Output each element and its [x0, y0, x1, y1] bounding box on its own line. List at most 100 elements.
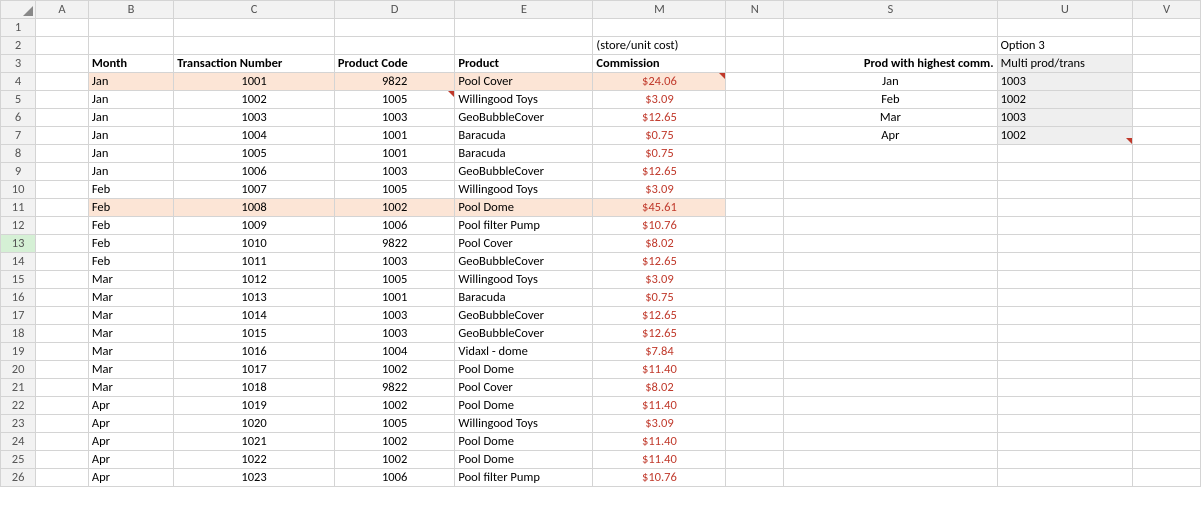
row-24[interactable]: 24Apr10211002Pool Dome$11.40: [1, 433, 1201, 451]
row-header-5[interactable]: 5: [1, 91, 36, 109]
row-3[interactable]: 3MonthTransaction NumberProduct CodeProd…: [1, 55, 1201, 73]
cell-C6[interactable]: 1003: [174, 109, 335, 127]
cell-S26[interactable]: [784, 469, 997, 487]
cell-E11[interactable]: Pool Dome: [455, 199, 593, 217]
cell-B1[interactable]: [88, 19, 173, 37]
cell-D13[interactable]: 9822: [334, 235, 455, 253]
row-10[interactable]: 10Feb10071005Willingood Toys$3.09: [1, 181, 1201, 199]
cell-M2[interactable]: (store/unit cost): [593, 37, 726, 55]
cell-N24[interactable]: [726, 433, 784, 451]
cell-N3[interactable]: [726, 55, 784, 73]
cell-C12[interactable]: 1009: [174, 217, 335, 235]
cell-N14[interactable]: [726, 253, 784, 271]
col-header-C[interactable]: C: [174, 1, 335, 19]
cell-S14[interactable]: [784, 253, 997, 271]
cell-A10[interactable]: [36, 181, 89, 199]
row-20[interactable]: 20Mar10171002Pool Dome$11.40: [1, 361, 1201, 379]
cell-U25[interactable]: [997, 451, 1133, 469]
cell-N4[interactable]: [726, 73, 784, 91]
cell-N13[interactable]: [726, 235, 784, 253]
cell-B2[interactable]: [88, 37, 173, 55]
cell-C5[interactable]: 1002: [174, 91, 335, 109]
cell-E9[interactable]: GeoBubbleCover: [455, 163, 593, 181]
row-4[interactable]: 4Jan10019822Pool Cover$24.06Jan1003: [1, 73, 1201, 91]
cell-C24[interactable]: 1021: [174, 433, 335, 451]
cell-A16[interactable]: [36, 289, 89, 307]
cell-S12[interactable]: [784, 217, 997, 235]
cell-D7[interactable]: 1001: [334, 127, 455, 145]
cell-U21[interactable]: [997, 379, 1133, 397]
col-header-B[interactable]: B: [88, 1, 173, 19]
cell-D25[interactable]: 1002: [334, 451, 455, 469]
select-all-corner[interactable]: [1, 1, 36, 19]
cell-M15[interactable]: $3.09: [593, 271, 726, 289]
cell-V1[interactable]: [1133, 19, 1201, 37]
cell-V11[interactable]: [1133, 199, 1201, 217]
cell-B10[interactable]: Feb: [88, 181, 173, 199]
cell-B6[interactable]: Jan: [88, 109, 173, 127]
row-5[interactable]: 5Jan10021005Willingood Toys$3.09Feb1002: [1, 91, 1201, 109]
cell-V26[interactable]: [1133, 469, 1201, 487]
cell-C17[interactable]: 1014: [174, 307, 335, 325]
cell-A7[interactable]: [36, 127, 89, 145]
cell-D24[interactable]: 1002: [334, 433, 455, 451]
cell-S7[interactable]: Apr: [784, 127, 997, 145]
row-header-21[interactable]: 21: [1, 379, 36, 397]
cell-A24[interactable]: [36, 433, 89, 451]
cell-A1[interactable]: [36, 19, 89, 37]
cell-V14[interactable]: [1133, 253, 1201, 271]
cell-E20[interactable]: Pool Dome: [455, 361, 593, 379]
cell-U16[interactable]: [997, 289, 1133, 307]
cell-U20[interactable]: [997, 361, 1133, 379]
cell-C23[interactable]: 1020: [174, 415, 335, 433]
row-6[interactable]: 6Jan10031003GeoBubbleCover$12.65Mar1003: [1, 109, 1201, 127]
cell-B18[interactable]: Mar: [88, 325, 173, 343]
cell-U18[interactable]: [997, 325, 1133, 343]
cell-A18[interactable]: [36, 325, 89, 343]
cell-E13[interactable]: Pool Cover: [455, 235, 593, 253]
cell-A8[interactable]: [36, 145, 89, 163]
cell-C2[interactable]: [174, 37, 335, 55]
row-19[interactable]: 19Mar10161004Vidaxl - dome$7.84: [1, 343, 1201, 361]
cell-A9[interactable]: [36, 163, 89, 181]
cell-E4[interactable]: Pool Cover: [455, 73, 593, 91]
row-12[interactable]: 12Feb10091006Pool filter Pump$10.76: [1, 217, 1201, 235]
cell-C11[interactable]: 1008: [174, 199, 335, 217]
cell-S23[interactable]: [784, 415, 997, 433]
cell-C18[interactable]: 1015: [174, 325, 335, 343]
cell-V21[interactable]: [1133, 379, 1201, 397]
row-header-20[interactable]: 20: [1, 361, 36, 379]
row-17[interactable]: 17Mar10141003GeoBubbleCover$12.65: [1, 307, 1201, 325]
cell-C9[interactable]: 1006: [174, 163, 335, 181]
cell-A4[interactable]: [36, 73, 89, 91]
cell-V4[interactable]: [1133, 73, 1201, 91]
cell-E12[interactable]: Pool filter Pump: [455, 217, 593, 235]
cell-M5[interactable]: $3.09: [593, 91, 726, 109]
cell-D23[interactable]: 1005: [334, 415, 455, 433]
cell-D16[interactable]: 1001: [334, 289, 455, 307]
cell-U14[interactable]: [997, 253, 1133, 271]
row-header-15[interactable]: 15: [1, 271, 36, 289]
cell-N8[interactable]: [726, 145, 784, 163]
cell-V9[interactable]: [1133, 163, 1201, 181]
row-9[interactable]: 9Jan10061003GeoBubbleCover$12.65: [1, 163, 1201, 181]
cell-N23[interactable]: [726, 415, 784, 433]
cell-A20[interactable]: [36, 361, 89, 379]
spreadsheet-grid[interactable]: A B C D E M N S U V 12(store/unit cost)O…: [0, 0, 1201, 516]
cell-E22[interactable]: Pool Dome: [455, 397, 593, 415]
cell-M3[interactable]: Commission: [593, 55, 726, 73]
cell-S15[interactable]: [784, 271, 997, 289]
cell-N21[interactable]: [726, 379, 784, 397]
row-header-22[interactable]: 22: [1, 397, 36, 415]
cell-N7[interactable]: [726, 127, 784, 145]
cell-E21[interactable]: Pool Cover: [455, 379, 593, 397]
cell-A26[interactable]: [36, 469, 89, 487]
cell-C20[interactable]: 1017: [174, 361, 335, 379]
cell-E16[interactable]: Baracuda: [455, 289, 593, 307]
cell-D14[interactable]: 1003: [334, 253, 455, 271]
cell-U4[interactable]: 1003: [997, 73, 1133, 91]
row-22[interactable]: 22Apr10191002Pool Dome$11.40: [1, 397, 1201, 415]
cell-M23[interactable]: $3.09: [593, 415, 726, 433]
cell-D8[interactable]: 1001: [334, 145, 455, 163]
cell-D3[interactable]: Product Code: [334, 55, 455, 73]
